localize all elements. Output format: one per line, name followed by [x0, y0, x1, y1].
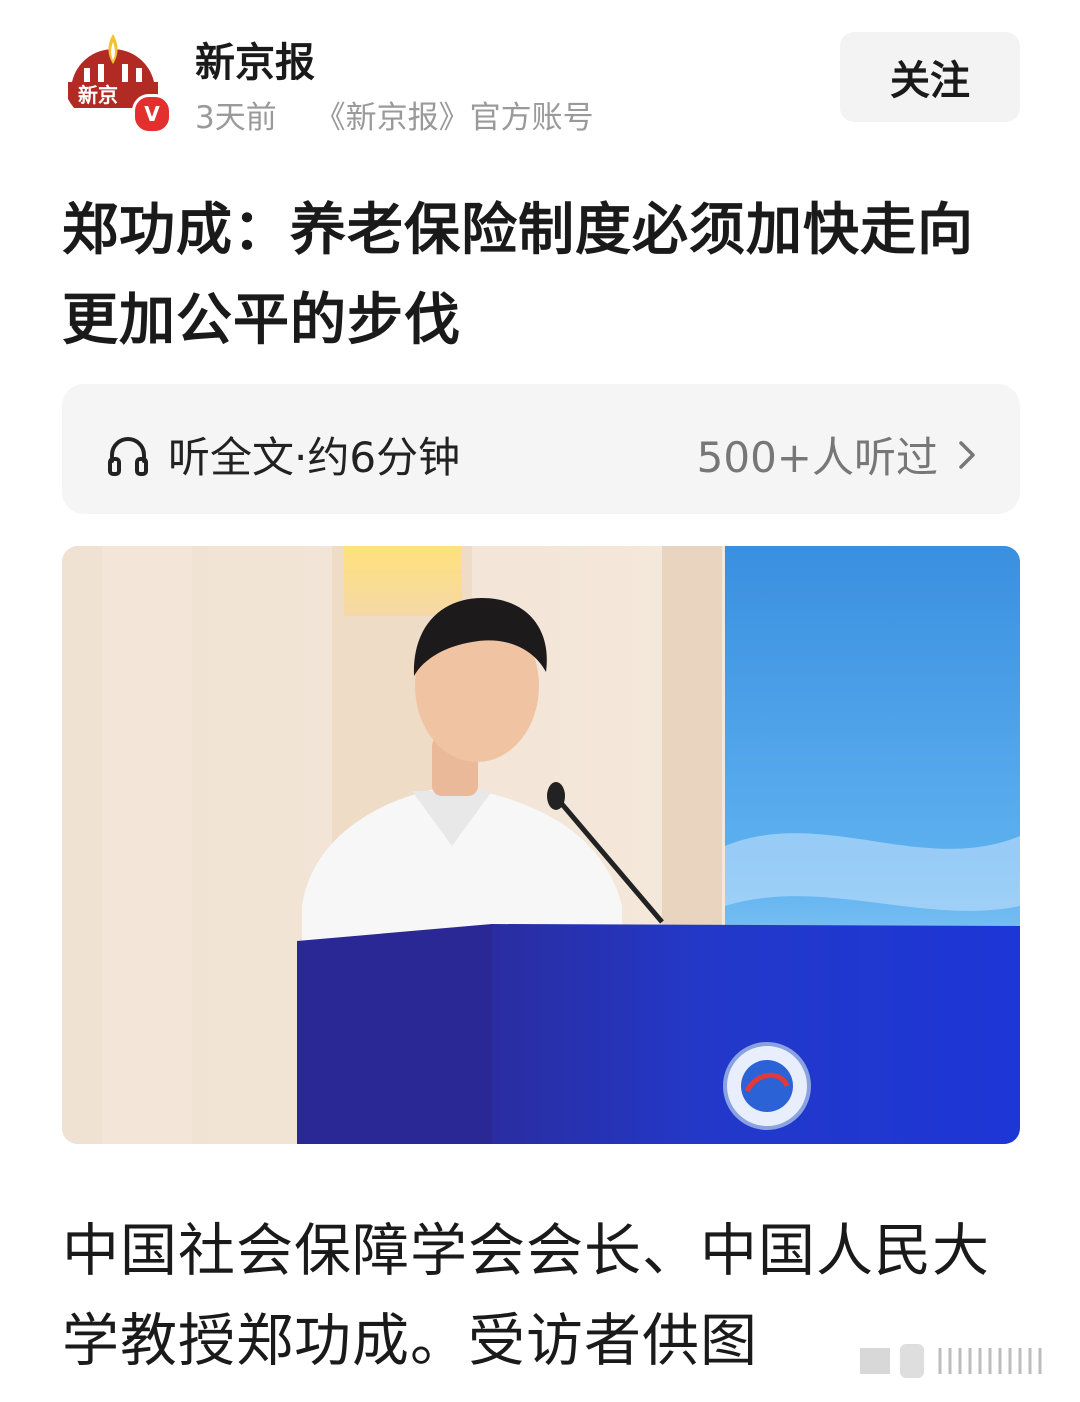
listen-full-article-bar[interactable]: 听全文·约6分钟 500+人听过 [62, 384, 1020, 514]
speaker-photo [62, 546, 1020, 1144]
publisher-name[interactable]: 新京报 [195, 30, 315, 88]
account-description: 《新京报》官方账号 [314, 100, 594, 136]
watermark-icon [860, 1344, 1042, 1378]
article-photo[interactable] [62, 546, 1020, 1144]
publish-meta: 3天前 《新京报》官方账号 [195, 92, 594, 137]
publish-time: 3天前 [195, 100, 277, 136]
listen-count: 500+人听过 [696, 433, 938, 482]
chevron-right-icon [959, 440, 975, 469]
listen-label-group: 听全文·约6分钟 [104, 424, 460, 485]
listen-count-group: 500+人听过 [697, 424, 976, 485]
listen-label: 听全文·约6分钟 [168, 433, 461, 482]
verified-icon: V [132, 94, 172, 134]
logo-text: 新京 [78, 83, 118, 107]
article-header: 新京 V 新京报 3天前 《新京报》官方账号 关注 [0, 0, 1080, 160]
headphones-icon [108, 436, 148, 476]
publisher-avatar[interactable]: 新京 V [62, 24, 172, 134]
follow-button[interactable]: 关注 [840, 32, 1020, 122]
article-title: 郑功成：养老保险制度必须加快走向更加公平的步伐 [62, 198, 974, 353]
